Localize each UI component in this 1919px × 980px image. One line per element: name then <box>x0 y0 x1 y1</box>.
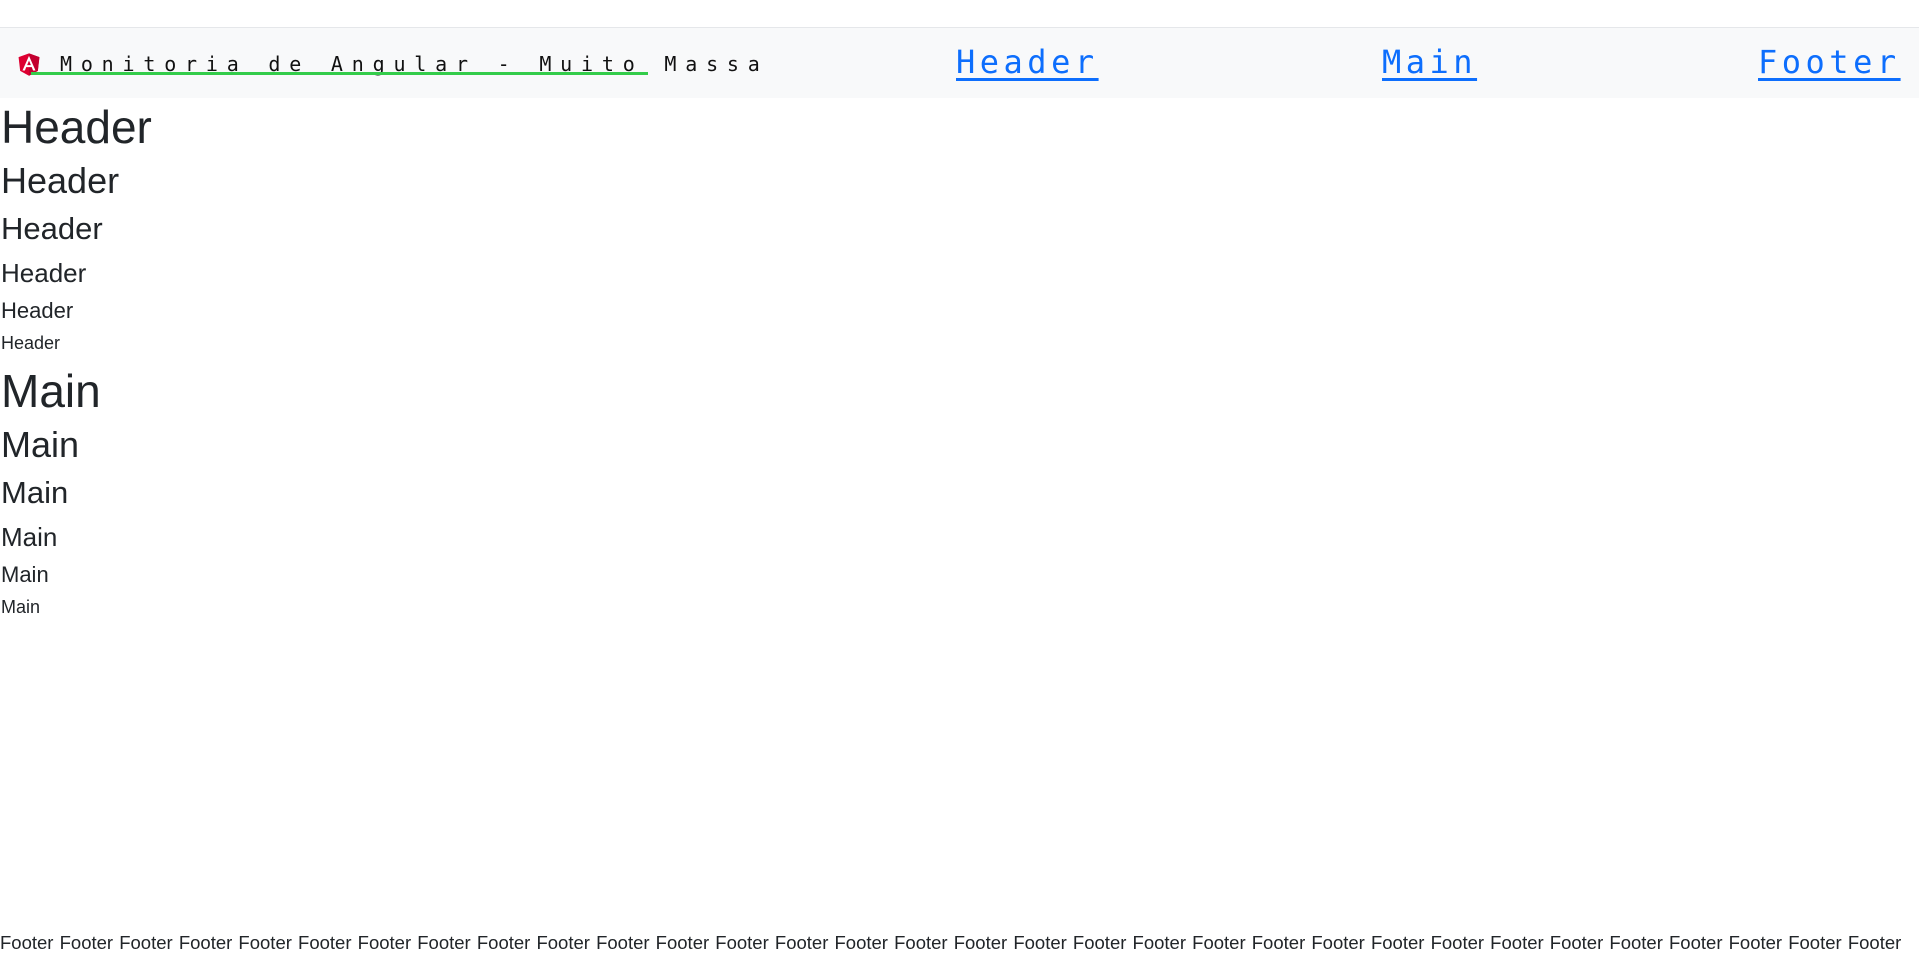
header-h3: Header <box>1 211 103 246</box>
header-h5: Header <box>1 298 74 323</box>
main-h2: Main <box>1 424 80 465</box>
main-h3: Main <box>1 475 69 510</box>
nav-link-footer[interactable]: Footer <box>1758 42 1901 82</box>
main-h1: Main <box>1 365 101 417</box>
footer-text: Footer Footer Footer Footer Footer Foote… <box>0 932 1902 953</box>
nav-link-main[interactable]: Main <box>1382 42 1477 82</box>
main-h6: Main <box>1 597 41 617</box>
brand-underline <box>31 72 648 75</box>
nav-link-header[interactable]: Header <box>956 42 1099 82</box>
header-h2: Header <box>1 160 120 201</box>
header-h4: Header <box>1 258 87 288</box>
main-h4: Main <box>1 522 58 552</box>
page: Monitoria de Angular - Muito Massa Heade… <box>0 0 1919 980</box>
header-h6: Header <box>1 333 61 353</box>
main-h5: Main <box>1 562 49 587</box>
header-h1: Header <box>1 101 152 153</box>
navbar: Monitoria de Angular - Muito Massa Heade… <box>0 28 1919 98</box>
